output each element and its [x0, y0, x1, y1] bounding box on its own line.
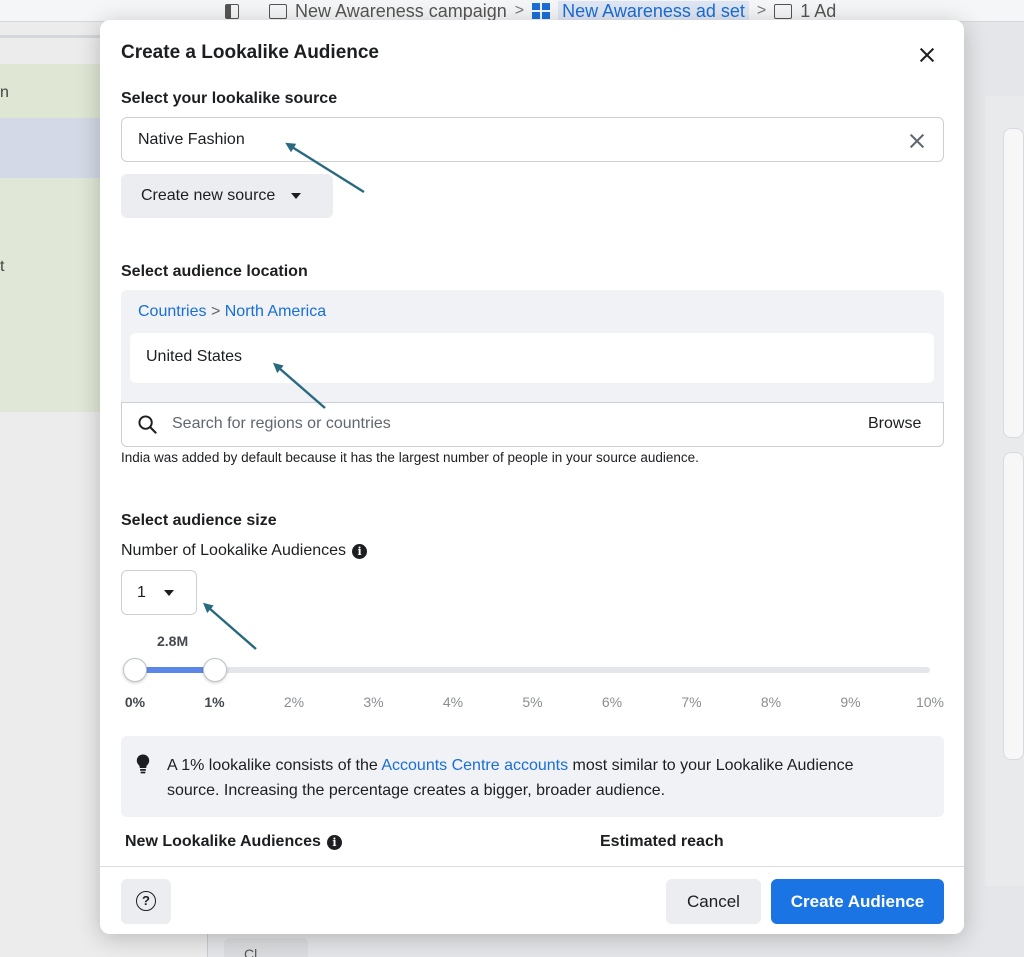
source-input[interactable]: Native Fashion: [121, 117, 944, 162]
size-label: Select audience size: [121, 512, 277, 529]
crumb-countries[interactable]: Countries: [138, 303, 206, 320]
location-breadcrumb: Countries > North America: [138, 303, 326, 321]
help-button[interactable]: ?: [121, 879, 171, 924]
slider-tick: 0%: [124, 694, 146, 710]
left-panel-text: t: [0, 258, 5, 275]
number-label-text: Number of Lookalike Audiences: [121, 542, 347, 559]
modal-title: Create a Lookalike Audience: [121, 42, 380, 63]
location-hint: India was added by default because it ha…: [121, 450, 699, 465]
chevron-down-icon: [291, 193, 302, 199]
breadcrumb-adset[interactable]: New Awareness ad set: [558, 0, 749, 22]
lightbulb-icon: [136, 754, 150, 774]
search-icon: [138, 415, 157, 434]
breadcrumb-separator: >: [514, 2, 525, 19]
browse-button[interactable]: Browse: [868, 415, 921, 433]
search-input[interactable]: Search for regions or countries: [172, 415, 391, 433]
slider-tick: 1%: [204, 694, 225, 710]
background-button[interactable]: Cl: [224, 938, 308, 957]
breadcrumb-campaign[interactable]: New Awareness campaign: [295, 1, 507, 22]
info-icon[interactable]: i: [326, 834, 342, 850]
grid-icon: [532, 3, 551, 19]
breadcrumb-ad[interactable]: 1 Ad: [800, 1, 836, 22]
slider-reach-label: 2.8M: [157, 633, 189, 649]
source-label: Select your lookalike source: [121, 90, 338, 107]
breadcrumb: New Awareness campaign > New Awareness a…: [225, 0, 836, 22]
folder-icon: [269, 3, 287, 19]
selected-location[interactable]: United States: [130, 333, 934, 383]
close-icon[interactable]: [912, 40, 942, 70]
slider-tick: 2%: [283, 694, 305, 710]
location-search[interactable]: Search for regions or countries Browse: [121, 402, 944, 447]
create-new-source-label: Create new source: [141, 187, 276, 204]
chevron-down-icon: [163, 589, 174, 596]
breadcrumb-separator: >: [756, 2, 767, 19]
audience-count-value: 1: [137, 583, 146, 601]
slider-tick: 3%: [363, 694, 384, 710]
location-label: Select audience location: [121, 263, 308, 280]
clear-icon[interactable]: [904, 128, 930, 154]
new-audiences-header: New Lookalike Audiences i: [125, 833, 342, 851]
slider-tick: 6%: [601, 694, 623, 710]
slider-tick: 5%: [522, 694, 543, 710]
right-card: [1003, 128, 1024, 438]
create-new-source-button[interactable]: Create new source: [121, 174, 333, 218]
left-panel-text: n: [0, 84, 9, 101]
modal-footer: ? Cancel Create Audience: [100, 866, 964, 934]
right-card: [1003, 452, 1024, 760]
sidebar-toggle-icon[interactable]: [225, 3, 239, 19]
source-value: Native Fashion: [138, 131, 245, 148]
info-card: A 1% lookalike consists of the Accounts …: [121, 736, 944, 817]
location-box: Countries > North America United States …: [121, 290, 944, 447]
cancel-button[interactable]: Cancel: [666, 879, 761, 924]
slider-handle-end[interactable]: [202, 658, 227, 682]
slider-tick: 8%: [760, 694, 782, 710]
number-label: Number of Lookalike Audiences i: [121, 542, 368, 560]
info-text: A 1% lookalike consists of the Accounts …: [167, 753, 907, 803]
slider-tick: 7%: [681, 694, 702, 710]
ad-icon: [774, 3, 793, 19]
crumb-north-america[interactable]: North America: [225, 303, 326, 320]
create-audience-button[interactable]: Create Audience: [771, 879, 944, 924]
slider-tick: 4%: [442, 694, 464, 710]
slider-tick: 9%: [840, 694, 861, 710]
accounts-centre-link[interactable]: Accounts Centre accounts: [381, 757, 568, 774]
estimated-reach-header: Estimated reach: [600, 833, 724, 850]
info-icon[interactable]: i: [352, 543, 368, 559]
slider-track[interactable]: [135, 667, 930, 673]
crumb-separator: >: [210, 303, 221, 320]
info-text-before: A 1% lookalike consists of the: [167, 757, 382, 774]
lookalike-modal: Create a Lookalike Audience Select your …: [100, 20, 964, 934]
new-audiences-header-text: New Lookalike Audiences: [125, 833, 321, 850]
slider-handle-start[interactable]: [123, 658, 147, 682]
audience-count-select[interactable]: 1: [121, 570, 197, 615]
slider-tick: 10%: [915, 694, 945, 710]
help-icon: ?: [136, 891, 156, 911]
